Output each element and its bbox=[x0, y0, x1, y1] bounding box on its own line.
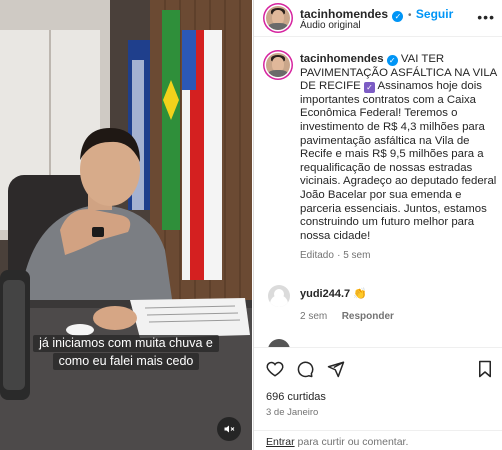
header-separator: • bbox=[407, 10, 412, 21]
video-subtitle-line-1: já iniciamos com muita chuva e bbox=[33, 335, 219, 352]
video-subtitle-line-2: como eu falei mais cedo bbox=[52, 353, 200, 370]
post-caption: tacinhomendes ✓ VAI TER PAVIMENTAÇÃO ASF… bbox=[300, 53, 497, 262]
caption-author-avatar[interactable] bbox=[266, 53, 290, 77]
speaker-muted-icon bbox=[224, 425, 235, 433]
post-time-ago: 5 sem bbox=[343, 250, 371, 262]
comment-input-row: Entrar para curtir ou comentar. bbox=[254, 430, 502, 450]
bookmark-icon[interactable] bbox=[476, 360, 494, 378]
post-date[interactable]: 3 de Janeiro bbox=[266, 407, 318, 418]
clap-emoji-icon: 👏 bbox=[353, 288, 367, 300]
commenter-username[interactable]: yudi244.7 bbox=[300, 288, 350, 300]
post-video[interactable]: já iniciamos com muita chuva e como eu f… bbox=[0, 0, 252, 450]
follow-button[interactable]: Seguir bbox=[416, 7, 453, 21]
video-frame bbox=[0, 0, 252, 450]
next-comment-avatar bbox=[268, 339, 290, 347]
login-to-comment-text: Entrar para curtir ou comentar. bbox=[266, 436, 408, 448]
verified-badge-icon: ✓ bbox=[392, 11, 404, 22]
author-username[interactable]: tacinhomendes bbox=[300, 7, 388, 21]
post-header: tacinhomendes ✓ • Seguir Áudio original … bbox=[254, 0, 502, 37]
checkmark-emoji-icon: ✓ bbox=[363, 82, 375, 94]
more-options-icon[interactable]: ••• bbox=[477, 10, 495, 24]
comment-time-ago: 2 sem bbox=[300, 311, 328, 322]
comment-icon[interactable] bbox=[296, 360, 314, 378]
caption-body: Assinamos hoje dois importantes contrato… bbox=[300, 80, 497, 242]
post-actions: 696 curtidas 3 de Janeiro Entrar para cu… bbox=[254, 347, 502, 450]
login-link[interactable]: Entrar bbox=[266, 436, 295, 448]
audio-label[interactable]: Áudio original bbox=[300, 20, 361, 31]
video-subtitle: já iniciamos com muita chuva e como eu f… bbox=[0, 334, 252, 370]
caption-username[interactable]: tacinhomendes bbox=[300, 53, 384, 65]
caption-area: tacinhomendes ✓ VAI TER PAVIMENTAÇÃO ASF… bbox=[254, 37, 502, 347]
reply-button[interactable]: Responder bbox=[342, 311, 394, 322]
commenter-avatar[interactable] bbox=[268, 285, 290, 307]
heart-icon[interactable] bbox=[266, 360, 284, 378]
share-icon[interactable] bbox=[327, 360, 345, 378]
post-side-panel: tacinhomendes ✓ • Seguir Áudio original … bbox=[253, 0, 502, 450]
login-to-comment-suffix: para curtir ou comentar. bbox=[294, 436, 409, 448]
caption-verified-icon: ✓ bbox=[386, 55, 398, 66]
edited-label: Editado bbox=[300, 250, 334, 262]
likes-count[interactable]: 696 curtidas bbox=[266, 391, 326, 403]
mute-button[interactable] bbox=[217, 417, 241, 441]
author-avatar[interactable] bbox=[266, 6, 290, 30]
